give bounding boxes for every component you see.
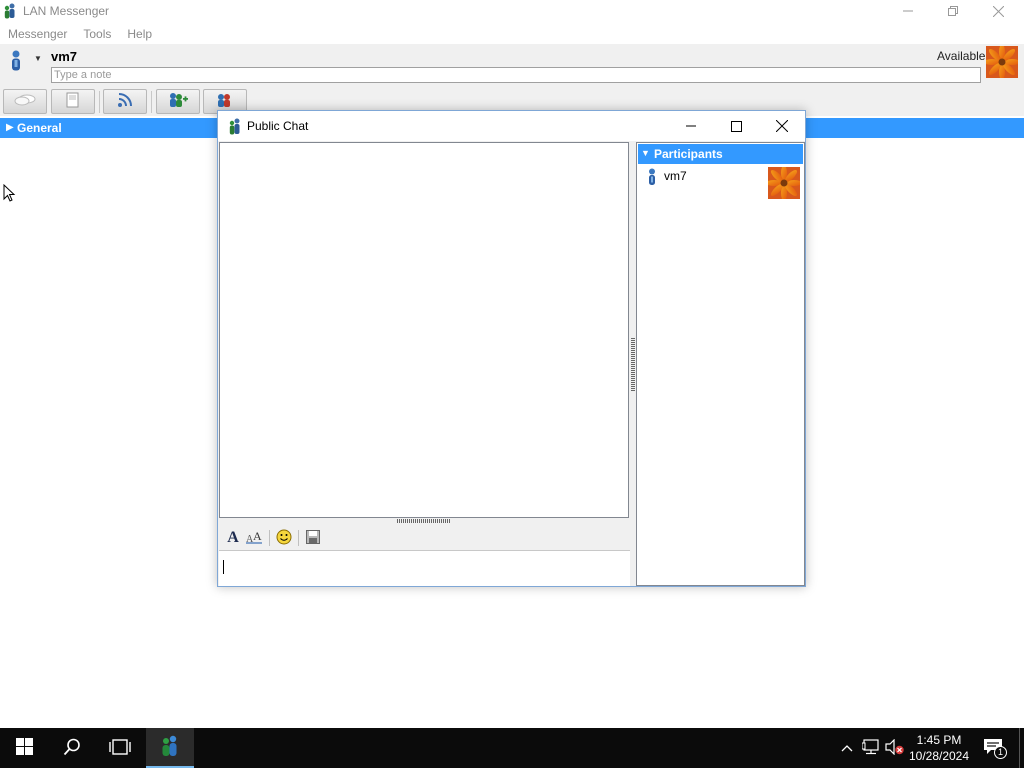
chat-room-icon [216,92,234,111]
add-contact-icon [167,92,189,111]
add-contact-button[interactable] [156,89,200,114]
app-icon [3,3,17,19]
participant-avatar [766,165,802,201]
search-icon [63,738,81,759]
notification-count-badge: 1 [994,746,1007,759]
user-name: vm7 [51,49,78,64]
collapse-arrow-icon[interactable]: ▼ [641,148,650,158]
history-button[interactable] [103,89,147,114]
clock-time: 1:45 PM [916,733,962,747]
participants-label: Participants [654,147,723,161]
network-tray-button[interactable] [860,728,882,768]
group-label: General [17,121,62,135]
chat-app-icon [228,118,242,135]
public-chat-window: Public Chat A AA ▼ Participants vm7 [217,110,806,587]
search-button[interactable] [48,728,96,768]
font-icon: A [227,529,239,546]
restore-button[interactable] [930,0,975,22]
participants-panel: ▼ Participants vm7 [636,142,805,586]
chat-title-bar: Public Chat [218,111,805,141]
save-icon [306,529,320,547]
status-dropdown-icon[interactable]: ▼ [34,54,42,63]
title-bar: LAN Messenger [0,0,1024,22]
text-caret [223,560,224,574]
taskbar: 1:45 PM 10/28/2024 1 [0,728,1024,768]
font-button[interactable]: A [222,528,244,548]
clock-date: 10/28/2024 [908,749,970,763]
font-color-icon: AA [246,529,264,547]
vertical-splitter[interactable] [631,337,635,391]
show-desktop-button[interactable] [1019,728,1024,768]
participant-status-icon [646,168,658,186]
menu-messenger[interactable]: Messenger [0,24,75,44]
task-view-button[interactable] [96,728,144,768]
avatar[interactable] [984,44,1020,80]
task-view-icon [109,738,131,758]
action-center-button[interactable]: 1 [980,728,1008,768]
taskbar-clock[interactable]: 1:45 PM 10/28/2024 [900,732,978,764]
chat-close-button[interactable] [759,111,805,141]
taskbar-lan-messenger[interactable] [146,728,194,768]
font-color-button[interactable]: AA [244,528,266,548]
show-hidden-icons-button[interactable] [838,728,856,768]
chevron-up-icon [841,741,853,755]
menu-help[interactable]: Help [119,24,160,44]
minimize-button[interactable] [885,0,930,22]
note-input[interactable] [51,67,981,83]
broadcast-icon [14,94,36,109]
chat-history[interactable] [219,142,629,518]
status-icon[interactable] [8,50,24,72]
start-button[interactable] [0,728,48,768]
window-title: LAN Messenger [23,4,110,18]
save-button[interactable] [302,528,324,548]
profile-bar: ▼ vm7 Available [0,44,1024,88]
chat-minimize-button[interactable] [668,111,714,141]
status-text: Available [937,49,986,63]
participant-name: vm7 [664,169,687,183]
close-button[interactable] [976,0,1021,22]
expand-arrow-icon[interactable]: ▶ [6,122,14,133]
notifications-icon: 1 [983,738,1007,759]
message-input[interactable] [219,550,630,586]
network-icon [861,738,880,758]
participants-header[interactable]: ▼ Participants [638,144,803,164]
menu-bar: Messenger Tools Help [0,24,160,44]
menu-tools[interactable]: Tools [75,24,119,44]
start-icon [15,738,33,758]
format-toolbar: A AA [219,526,629,550]
participant-item[interactable]: vm7 [638,165,803,201]
broadcast-button[interactable] [3,89,47,114]
chat-maximize-button[interactable] [713,111,759,141]
mouse-cursor-icon [3,183,17,204]
horizontal-splitter[interactable] [397,519,451,523]
chat-window-title: Public Chat [247,119,309,133]
svg-text:A: A [253,530,262,543]
transfers-button[interactable] [51,89,95,114]
smiley-icon [276,529,292,548]
lan-messenger-icon [159,735,181,760]
transfers-icon [66,92,80,111]
history-icon [116,92,134,111]
smiley-button[interactable] [273,528,295,548]
